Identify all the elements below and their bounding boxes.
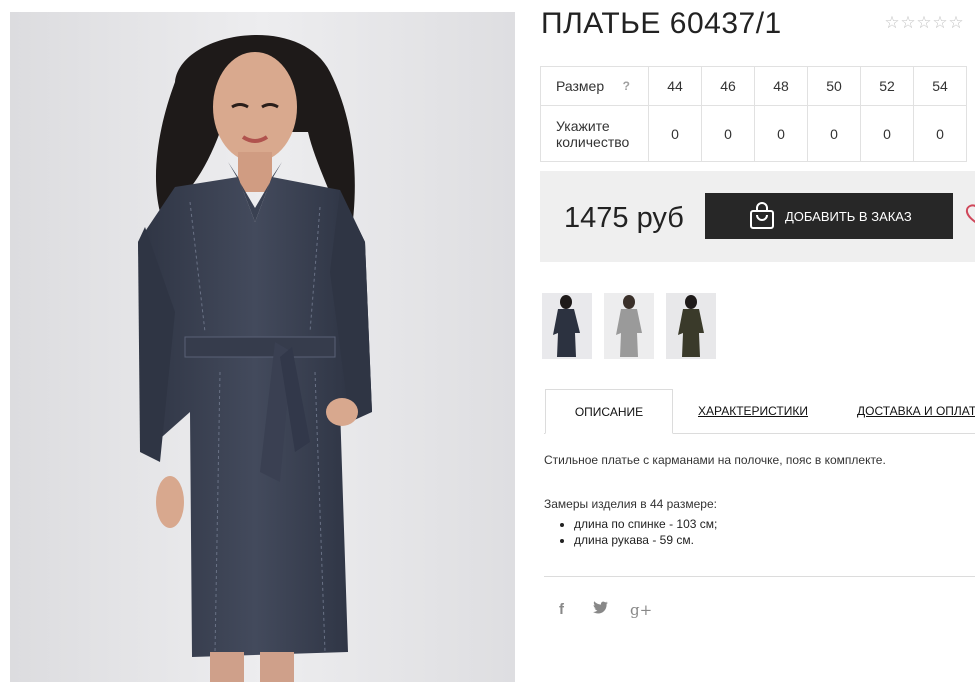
divider — [544, 576, 975, 577]
thumbnail-dress-grey — [604, 293, 654, 359]
size-table: Размер ? 44 46 48 50 52 54 Укажите колич… — [540, 66, 967, 162]
tab-characteristics[interactable]: ХАРАКТЕРИСТИКИ — [698, 389, 808, 433]
list-item: длина рукава - 59 см. — [574, 532, 717, 548]
add-to-order-button[interactable]: ДОБАВИТЬ В ЗАКАЗ — [705, 193, 953, 239]
quantity-input-50[interactable]: 0 — [807, 105, 861, 162]
product-title: ПЛАТЬЕ 60437/1 — [541, 7, 782, 40]
quantity-label: Укажите количество — [540, 105, 649, 162]
google-plus-glyph: g+ — [630, 601, 653, 619]
thumbnail-1[interactable] — [542, 293, 592, 359]
tab-delivery[interactable]: ДОСТАВКА И ОПЛАТА — [857, 389, 975, 433]
size-row: Размер ? 44 46 48 50 52 54 — [540, 66, 967, 106]
price: 1475 руб — [564, 202, 684, 234]
size-48: 48 — [754, 66, 808, 106]
twitter-icon[interactable] — [593, 600, 608, 620]
size-50: 50 — [807, 66, 861, 106]
thumbnail-dress-navy — [542, 293, 592, 359]
size-52: 52 — [860, 66, 914, 106]
size-label: Размер — [556, 78, 605, 94]
help-icon[interactable]: ? — [623, 78, 630, 94]
quantity-input-52[interactable]: 0 — [860, 105, 914, 162]
price-box: 1475 руб ДОБАВИТЬ В ЗАКАЗ — [540, 171, 975, 262]
size-label-cell: Размер ? — [540, 66, 649, 106]
list-item: длина по спинке - 103 см; — [574, 516, 717, 532]
shopping-bag-icon — [749, 202, 775, 230]
add-to-order-label: ДОБАВИТЬ В ЗАКАЗ — [785, 208, 912, 224]
size-54: 54 — [913, 66, 967, 106]
star-icon[interactable]: ☆ — [948, 13, 964, 33]
quantity-input-48[interactable]: 0 — [754, 105, 808, 162]
facebook-icon[interactable]: f — [559, 600, 564, 620]
star-icon[interactable]: ☆ — [916, 13, 932, 33]
heart-icon[interactable] — [964, 204, 975, 231]
google-plus-icon[interactable]: g+ — [630, 600, 652, 620]
quantity-input-44[interactable]: 0 — [648, 105, 702, 162]
product-main-image[interactable] — [10, 12, 515, 682]
quantity-row: Укажите количество 0 0 0 0 0 0 — [540, 105, 967, 162]
rating-stars[interactable]: ☆☆☆☆☆ — [884, 13, 964, 33]
tab-description[interactable]: ОПИСАНИЕ — [545, 389, 673, 434]
dress-illustration — [10, 12, 515, 682]
measurements-list: длина по спинке - 103 см; длина рукава -… — [544, 516, 717, 548]
size-46: 46 — [701, 66, 755, 106]
star-icon[interactable]: ☆ — [900, 13, 916, 33]
thumbnail-3[interactable] — [666, 293, 716, 359]
measurements-title: Замеры изделия в 44 размере: — [544, 497, 717, 511]
description-text: Стильное платье с карманами на полочке, … — [544, 453, 886, 467]
star-icon[interactable]: ☆ — [932, 13, 948, 33]
size-44: 44 — [648, 66, 702, 106]
quantity-input-46[interactable]: 0 — [701, 105, 755, 162]
quantity-input-54[interactable]: 0 — [913, 105, 967, 162]
star-icon[interactable]: ☆ — [884, 13, 900, 33]
thumbnail-dress-olive — [666, 293, 716, 359]
thumbnail-2[interactable] — [604, 293, 654, 359]
